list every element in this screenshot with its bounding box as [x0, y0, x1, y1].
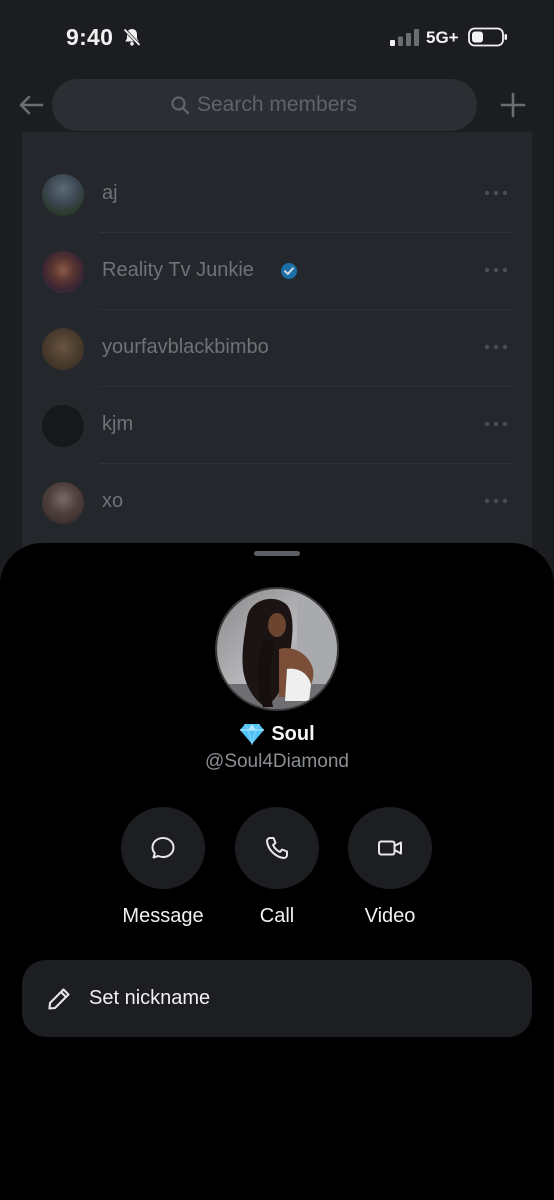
member-name: aj: [102, 182, 118, 204]
avatar: [42, 405, 84, 447]
message-bubble-icon: [151, 837, 175, 859]
member-name: xo: [102, 490, 124, 512]
sheet-grabber-handle[interactable]: [254, 551, 300, 556]
search-placeholder: Search members: [197, 93, 357, 116]
member-row-xo[interactable]: xo: [22, 464, 532, 541]
video-label: Video: [364, 905, 416, 927]
member-name: yourfavblackbimbo: [102, 336, 269, 358]
members-top-nav: Search members: [0, 78, 554, 132]
set-nickname-button[interactable]: Set nickname: [22, 960, 532, 1037]
member-list: aj Reality Tv Junkie yourfavblackbimbo k…: [22, 132, 532, 562]
bell-muted-icon: [123, 28, 141, 47]
avatar: [42, 482, 84, 524]
call-action: Call: [217, 807, 337, 937]
call-label: Call: [259, 905, 295, 927]
call-button[interactable]: [235, 807, 319, 889]
cellular-signal-icon: [390, 29, 419, 46]
avatar: [42, 328, 84, 370]
member-row-yourfavblackbimbo[interactable]: yourfavblackbimbo: [22, 310, 532, 387]
back-arrow-icon[interactable]: [16, 90, 46, 120]
avatar: [42, 174, 84, 216]
more-options-icon[interactable]: [484, 267, 508, 273]
message-label: Message: [122, 905, 204, 927]
more-options-icon[interactable]: [484, 344, 508, 350]
search-members-input[interactable]: Search members: [52, 79, 477, 131]
member-row-kjm[interactable]: kjm: [22, 387, 532, 464]
phone-icon: [266, 837, 288, 859]
verified-badge-icon: [281, 263, 297, 279]
profile-avatar: [215, 587, 339, 711]
diamond-icon: [240, 723, 265, 745]
status-bar: 9:40 5G+: [0, 0, 554, 76]
battery-icon: [468, 27, 507, 47]
profile-bottom-sheet: Soul @Soul4Diamond Message Call Video Se…: [0, 543, 554, 1200]
more-options-icon[interactable]: [484, 421, 508, 427]
member-row-reality-tv-junkie[interactable]: Reality Tv Junkie: [22, 233, 532, 310]
member-row-aj[interactable]: aj: [22, 156, 532, 233]
more-options-icon[interactable]: [484, 498, 508, 504]
profile-photo: [217, 589, 337, 709]
member-name: Reality Tv Junkie: [102, 259, 254, 281]
avatar: [42, 251, 84, 293]
message-button[interactable]: [121, 807, 205, 889]
add-member-icon[interactable]: [498, 90, 528, 120]
member-name: kjm: [102, 413, 134, 435]
message-action: Message: [103, 807, 223, 937]
network-type: 5G+: [426, 28, 459, 47]
more-options-icon[interactable]: [484, 190, 508, 196]
pencil-icon: [48, 988, 70, 1010]
video-button[interactable]: [348, 807, 432, 889]
profile-name-row: Soul: [0, 721, 554, 747]
video-action: Video: [330, 807, 450, 937]
status-time: 9:40: [66, 24, 114, 50]
search-icon: [171, 96, 190, 115]
video-camera-icon: [378, 840, 402, 856]
profile-handle: @Soul4Diamond: [205, 751, 349, 772]
set-nickname-label: Set nickname: [89, 987, 211, 1009]
profile-display-name: Soul: [271, 722, 315, 745]
